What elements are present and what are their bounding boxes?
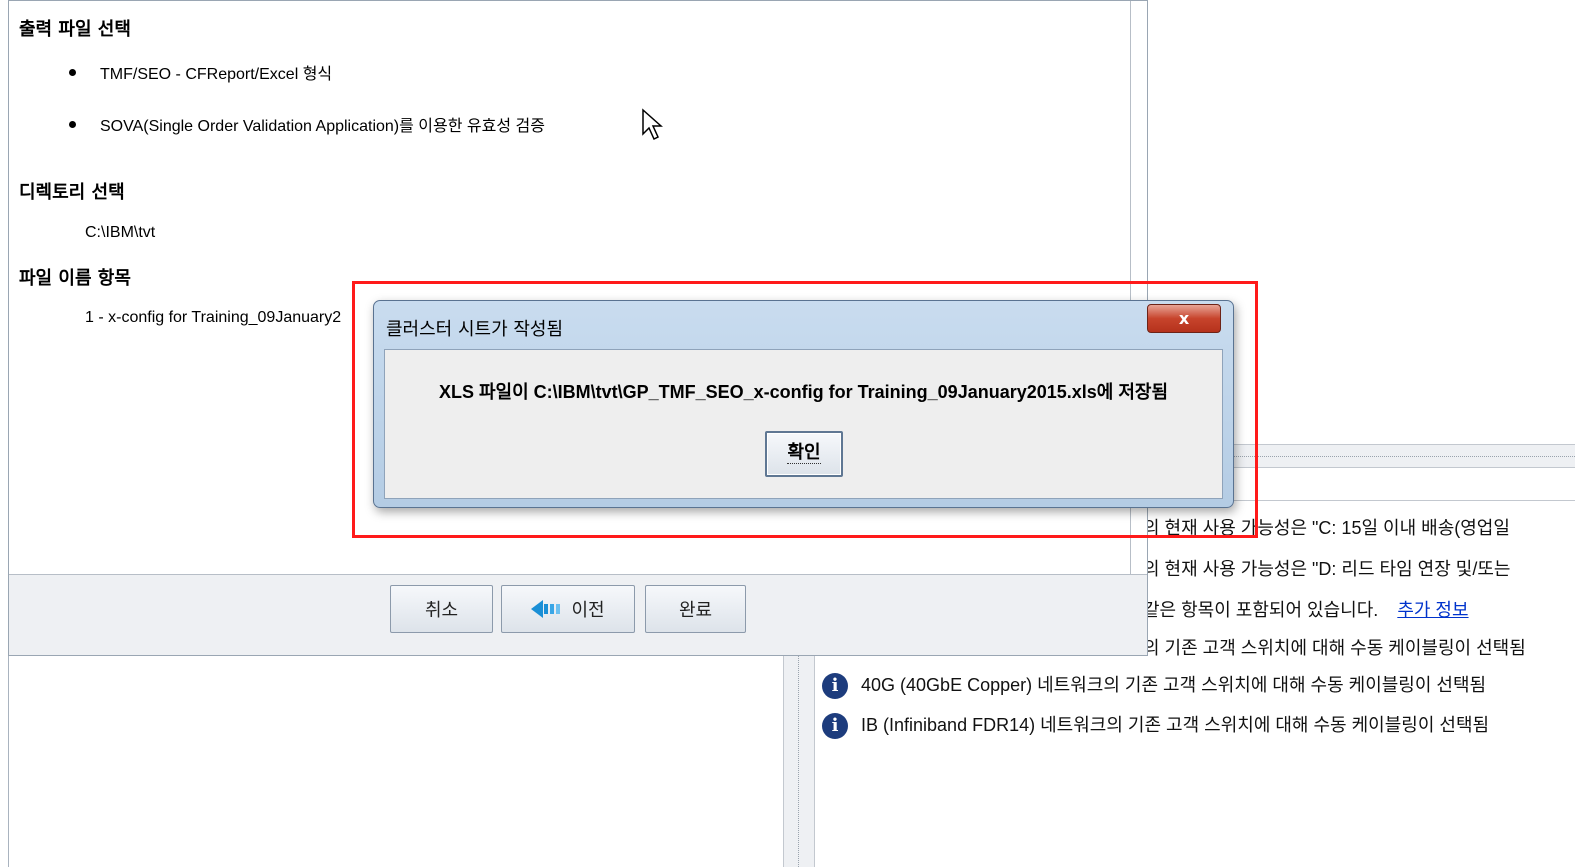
finish-button[interactable]: 완료 — [645, 585, 746, 633]
message-row: 의 현재 사용 가능성은 "D: 리드 타임 연장 및/또는 — [1143, 555, 1510, 581]
directory-value: C:\IBM\tvt — [85, 224, 156, 241]
message-text: IB (Infiniband FDR14) 네트워크의 기존 고객 스위치에 대… — [861, 715, 1490, 735]
ok-button[interactable]: 확인 — [765, 431, 843, 477]
info-icon: i — [822, 713, 848, 740]
message-text: 의 기존 고객 스위치에 대해 수동 케이블링이 선택됨 — [1143, 638, 1526, 658]
message-text: 의 현재 사용 가능성은 "D: 리드 타임 연장 및/또는 — [1143, 559, 1511, 579]
finish-label: 완료 — [678, 600, 713, 621]
message-text: 같은 항목이 포함되어 있습니다. — [1143, 600, 1379, 620]
filename-section-title: 파일 이름 항목 — [19, 268, 131, 289]
bottom-split-divider[interactable] — [783, 650, 815, 867]
mouse-pointer-icon — [642, 108, 663, 141]
cluster-sheet-created-dialog: 클러스터 시트가 작성됨 x XLS 파일이 C:\IBM\tvt\GP_TMF… — [373, 300, 1234, 508]
message-row: i IB (Infiniband FDR14) 네트워크의 기존 고객 스위치에… — [822, 711, 1490, 740]
ok-label: 확인 — [787, 442, 821, 464]
filename-value: 1 - x-config for Training_09January2 — [85, 309, 342, 326]
previous-label: 이전 — [571, 600, 605, 621]
previous-button[interactable]: 이전 — [501, 585, 635, 633]
info-icon: i — [822, 673, 848, 700]
left-bottom-panel — [8, 650, 783, 867]
more-info-link[interactable]: 추가 정보 — [1397, 600, 1468, 620]
arrow-left-icon — [531, 599, 565, 619]
close-icon[interactable]: x — [1147, 304, 1221, 333]
message-text: 40G (40GbE Copper) 네트워크의 기존 고객 스위치에 대해 수… — [861, 675, 1487, 695]
dialog-title: 클러스터 시트가 작성됨 — [386, 319, 564, 340]
output-option-item: TMF/SEO - CFReport/Excel 형식 — [69, 60, 332, 84]
message-row: 같은 항목이 포함되어 있습니다. 추가 정보 — [1143, 596, 1469, 622]
message-row: 의 기존 고객 스위치에 대해 수동 케이블링이 선택됨 — [1143, 634, 1526, 660]
output-section-title: 출력 파일 선택 — [19, 19, 131, 40]
screen: 의 현재 사용 가능성은 "C: 15일 이내 배송(영업일 의 현재 사용 가… — [0, 0, 1575, 867]
dialog-message: XLS 파일이 C:\IBM\tvt\GP_TMF_SEO_x-config f… — [438, 382, 1169, 402]
directory-section-title: 디렉토리 선택 — [19, 182, 125, 203]
close-label: x — [1178, 309, 1190, 328]
output-option-item: SOVA(Single Order Validation Application… — [69, 112, 545, 136]
cancel-label: 취소 — [424, 600, 459, 621]
cancel-button[interactable]: 취소 — [390, 585, 493, 633]
dialog-body: XLS 파일이 C:\IBM\tvt\GP_TMF_SEO_x-config f… — [384, 349, 1223, 499]
message-row: i 40G (40GbE Copper) 네트워크의 기존 고객 스위치에 대해… — [822, 671, 1487, 700]
